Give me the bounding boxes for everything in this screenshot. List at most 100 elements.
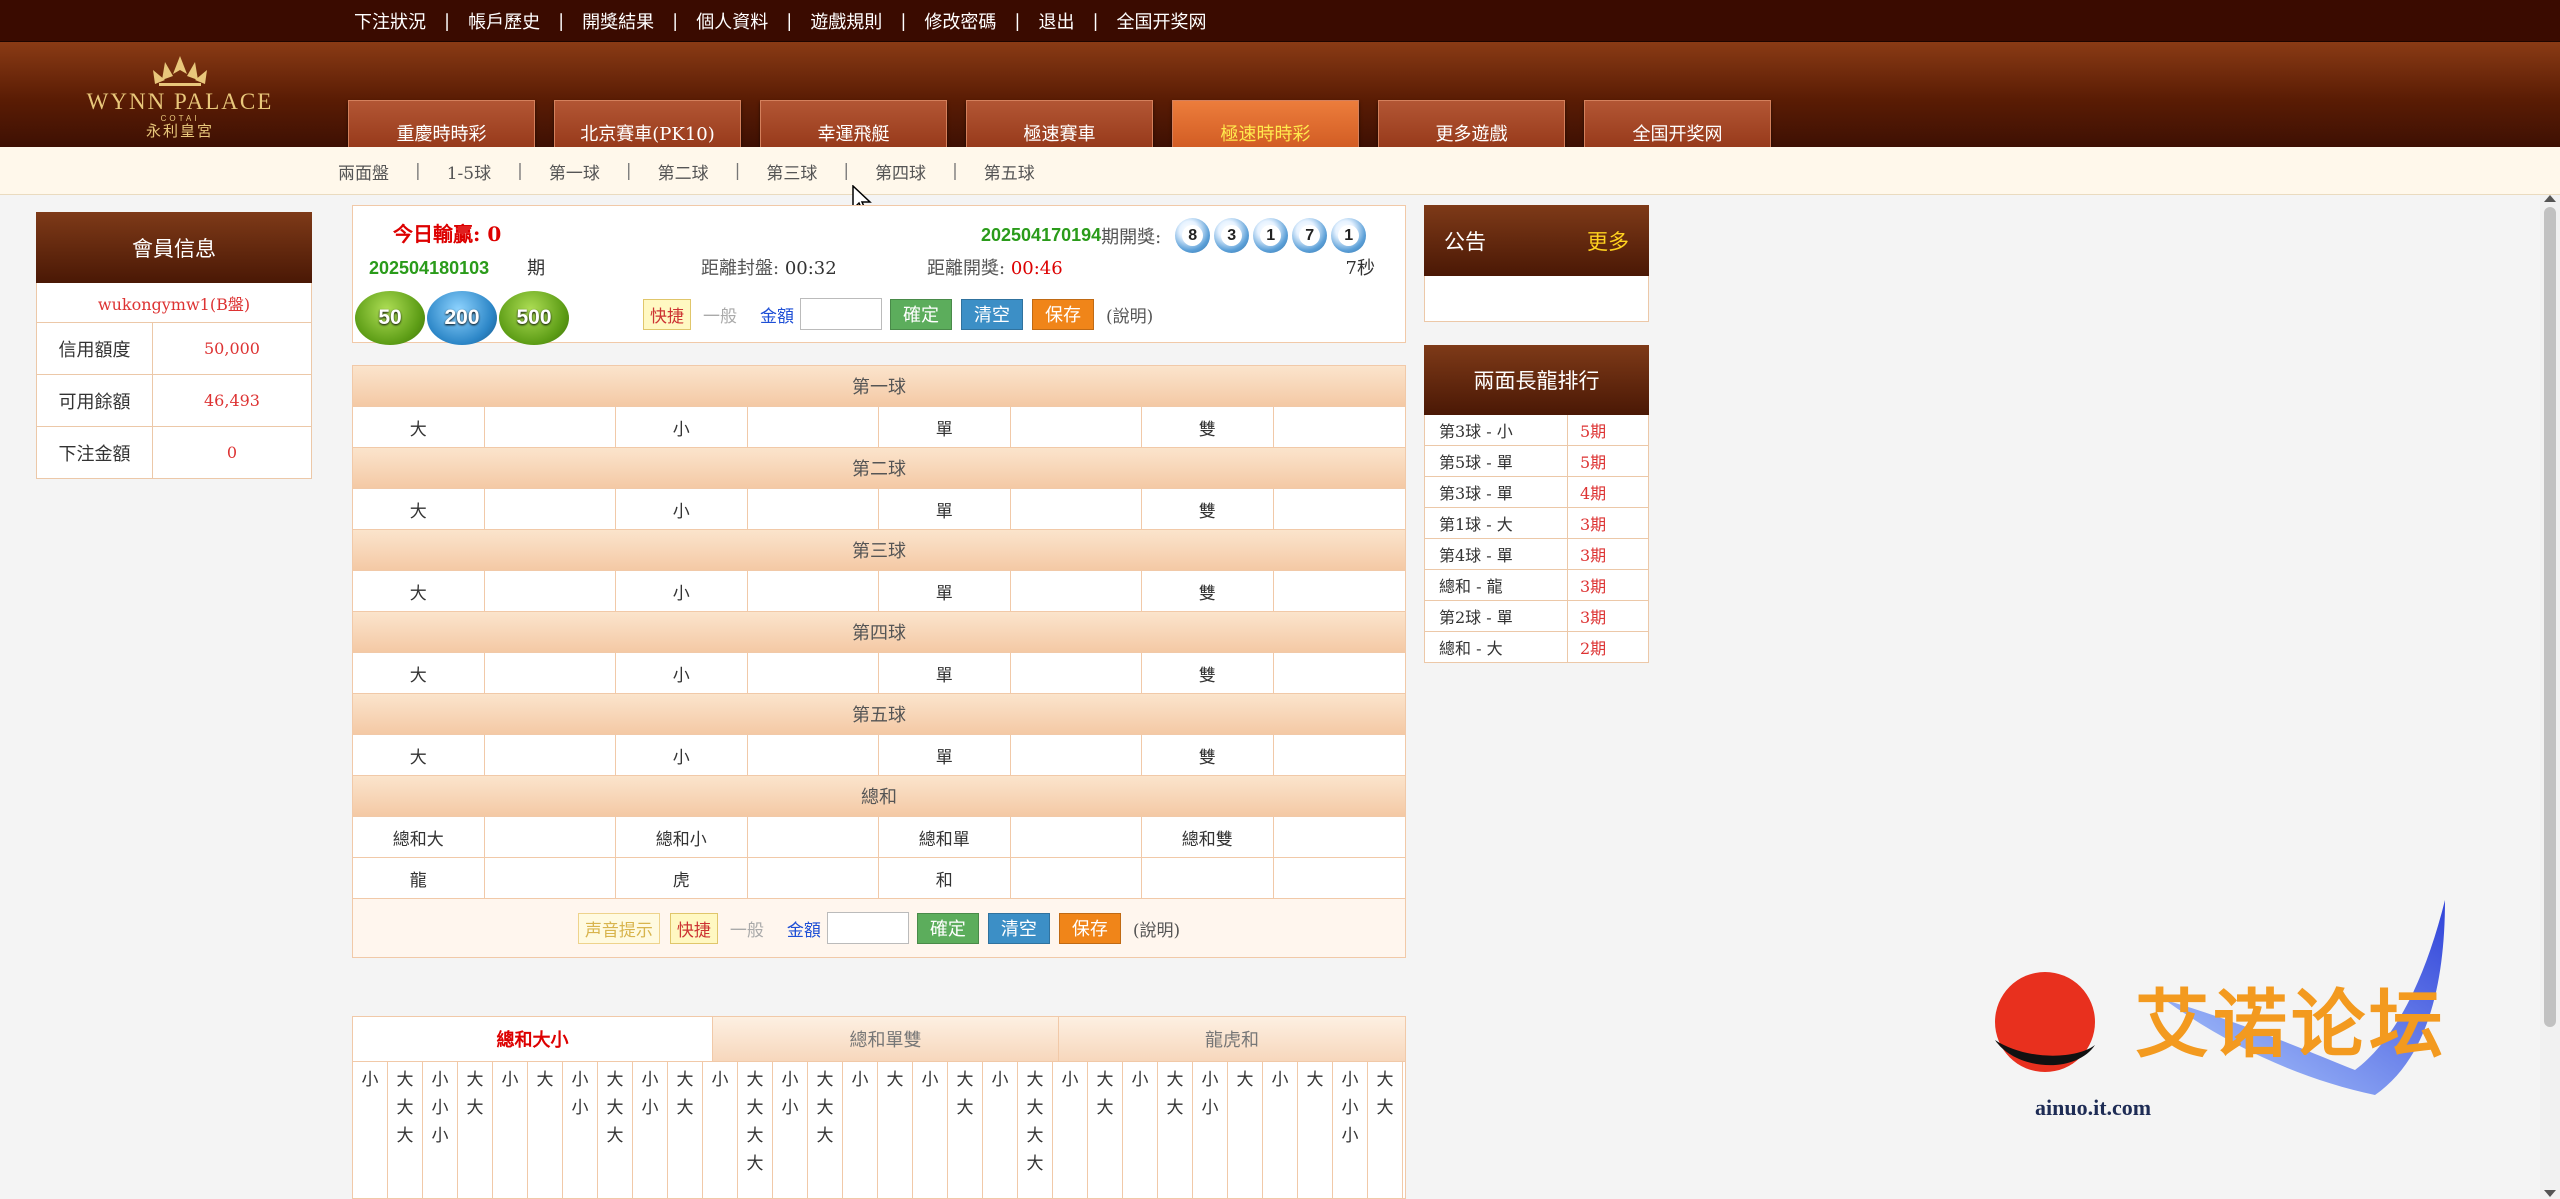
chip-50[interactable]: 50: [355, 291, 425, 345]
bet-option-big[interactable]: 大: [353, 489, 485, 529]
bet-option-big[interactable]: 大: [353, 735, 485, 775]
odds-cell[interactable]: [747, 735, 879, 775]
bet-option-sum-odd[interactable]: 總和單: [879, 817, 1011, 857]
odds-cell[interactable]: [1273, 571, 1405, 611]
separator: |: [672, 10, 679, 32]
bet-option-odd[interactable]: 單: [879, 735, 1011, 775]
bet-option-small[interactable]: 小: [616, 407, 748, 447]
scroll-down-arrow-icon[interactable]: [2544, 1190, 2556, 1197]
amount-input[interactable]: [800, 298, 882, 330]
odds-cell[interactable]: [1010, 817, 1142, 857]
normal-mode-toggle[interactable]: 一般: [703, 302, 737, 327]
odds-cell[interactable]: [747, 653, 879, 693]
subnav-ball-4[interactable]: 第四球: [875, 159, 926, 184]
subnav-ball-1[interactable]: 第一球: [549, 159, 600, 184]
amount-input-bottom[interactable]: [826, 912, 909, 944]
normal-mode-toggle-bottom[interactable]: 一般: [730, 916, 764, 941]
clear-button-bottom[interactable]: 清空: [987, 912, 1050, 944]
tab-sum-odd-even[interactable]: 總和單雙: [713, 1017, 1059, 1061]
instructions-link-bottom[interactable]: (說明): [1133, 916, 1180, 941]
odds-cell[interactable]: [1010, 735, 1142, 775]
odds-cell[interactable]: [1273, 653, 1405, 693]
bet-option-even[interactable]: 雙: [1142, 571, 1274, 611]
subnav-ball-5[interactable]: 第五球: [984, 159, 1035, 184]
bet-option-odd[interactable]: 單: [879, 489, 1011, 529]
save-button-bottom[interactable]: 保存: [1058, 912, 1121, 944]
instructions-link[interactable]: (說明): [1106, 302, 1153, 327]
link-logout[interactable]: 退出: [1038, 8, 1074, 34]
odds-cell[interactable]: [1010, 858, 1142, 898]
bet-option-small[interactable]: 小: [616, 571, 748, 611]
odds-cell[interactable]: [747, 489, 879, 529]
bet-option-tiger[interactable]: 虎: [616, 858, 748, 898]
subnav-ball-2[interactable]: 第二球: [658, 159, 709, 184]
tab-dragon-tiger-tie[interactable]: 龍虎和: [1059, 1017, 1405, 1061]
subnav-two-sides[interactable]: 兩面盤: [338, 159, 389, 184]
subnav-ball-3[interactable]: 第三球: [766, 159, 817, 184]
save-button[interactable]: 保存: [1032, 298, 1094, 330]
link-account-history[interactable]: 帳戶歷史: [468, 8, 540, 34]
link-game-rules[interactable]: 遊戲規則: [810, 8, 882, 34]
link-profile[interactable]: 個人資料: [696, 8, 768, 34]
link-change-password[interactable]: 修改密碼: [924, 8, 996, 34]
bet-option-sum-big[interactable]: 總和大: [353, 817, 485, 857]
trend-column: 大大: [1368, 1062, 1403, 1198]
bet-option-small[interactable]: 小: [616, 489, 748, 529]
odds-cell[interactable]: [484, 489, 616, 529]
quick-mode-toggle[interactable]: 快捷: [643, 298, 691, 330]
bet-option-small[interactable]: 小: [616, 735, 748, 775]
bet-option-big[interactable]: 大: [353, 407, 485, 447]
scrollbar-thumb[interactable]: [2544, 207, 2556, 1027]
link-bet-status[interactable]: 下注狀況: [354, 8, 426, 34]
chip-500[interactable]: 500: [499, 291, 569, 345]
page-scrollbar[interactable]: [2540, 195, 2560, 1199]
clear-button[interactable]: 清空: [961, 298, 1023, 330]
link-national-lottery[interactable]: 全国开奖网: [1117, 8, 1207, 34]
bet-option-small[interactable]: 小: [616, 653, 748, 693]
logo[interactable]: WYNN PALACE COTAI 永利皇宮: [60, 52, 300, 140]
odds-cell[interactable]: [1273, 489, 1405, 529]
odds-cell[interactable]: [484, 735, 616, 775]
subnav-balls-1-5[interactable]: 1-5球: [447, 159, 491, 184]
odds-cell[interactable]: [747, 817, 879, 857]
bet-option-sum-even[interactable]: 總和雙: [1142, 817, 1274, 857]
link-draw-results[interactable]: 開獎結果: [582, 8, 654, 34]
tab-sum-big-small[interactable]: 總和大小: [353, 1017, 713, 1061]
odds-cell[interactable]: [484, 407, 616, 447]
bet-option-big[interactable]: 大: [353, 653, 485, 693]
odds-cell[interactable]: [484, 817, 616, 857]
notice-more-link[interactable]: 更多: [1587, 226, 1629, 256]
bet-option-even[interactable]: 雙: [1142, 653, 1274, 693]
trend-result: 小: [921, 1070, 939, 1090]
odds-cell[interactable]: [484, 653, 616, 693]
odds-cell[interactable]: [747, 858, 879, 898]
bet-option-big[interactable]: 大: [353, 571, 485, 611]
odds-cell[interactable]: [747, 571, 879, 611]
bet-option-odd[interactable]: 單: [879, 653, 1011, 693]
odds-cell[interactable]: [1273, 735, 1405, 775]
bet-option-odd[interactable]: 單: [879, 571, 1011, 611]
odds-cell[interactable]: [1273, 407, 1405, 447]
scroll-up-arrow-icon[interactable]: [2544, 195, 2556, 202]
odds-cell[interactable]: [484, 858, 616, 898]
odds-cell[interactable]: [1010, 407, 1142, 447]
bet-option-even[interactable]: 雙: [1142, 489, 1274, 529]
bet-option-dragon[interactable]: 龍: [353, 858, 485, 898]
odds-cell[interactable]: [1273, 817, 1405, 857]
odds-cell[interactable]: [1010, 653, 1142, 693]
trend-column: 小: [1123, 1062, 1158, 1198]
bet-option-even[interactable]: 雙: [1142, 407, 1274, 447]
odds-cell[interactable]: [484, 571, 616, 611]
bet-option-odd[interactable]: 單: [879, 407, 1011, 447]
sound-alert-toggle[interactable]: 声音提示: [577, 912, 660, 944]
bet-option-even[interactable]: 雙: [1142, 735, 1274, 775]
bet-option-sum-small[interactable]: 總和小: [616, 817, 748, 857]
confirm-button[interactable]: 確定: [890, 298, 952, 330]
odds-cell[interactable]: [1010, 489, 1142, 529]
odds-cell[interactable]: [747, 407, 879, 447]
quick-mode-toggle-bottom[interactable]: 快捷: [669, 912, 718, 944]
bet-option-tie[interactable]: 和: [879, 858, 1011, 898]
odds-cell[interactable]: [1010, 571, 1142, 611]
chip-200[interactable]: 200: [427, 291, 497, 345]
confirm-button-bottom[interactable]: 確定: [916, 912, 979, 944]
